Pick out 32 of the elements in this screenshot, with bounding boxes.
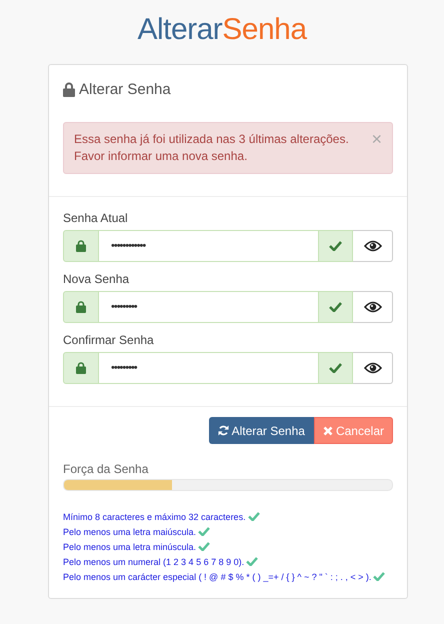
show-password-button[interactable]: [353, 230, 393, 262]
eye-icon: [364, 301, 382, 313]
refresh-icon: [218, 425, 229, 436]
close-icon: [322, 426, 333, 436]
requirement-text: Mínimo 8 caracteres e máximo 32 caracteres.: [63, 512, 246, 522]
logo-text: Senha: [222, 13, 307, 46]
requirement-text: Pelo menos um numeral (1 2 3 4 5 6 7 8 9 0).: [63, 556, 244, 566]
password-field[interactable]: ••••••••••••: [99, 230, 318, 262]
requirement-text: Pelo menos uma letra minúscula.: [63, 542, 196, 552]
check-icon: [329, 302, 342, 312]
password-field[interactable]: •••••••••: [99, 352, 318, 384]
field-label: Senha Atual: [63, 211, 129, 225]
alert-message: Essa senha já foi utilizada nas 3 últimas alterações. Favor informar uma nova senha.: [74, 131, 350, 165]
check-icon: [329, 241, 342, 251]
requirement-text: Pelo menos uma letra maiúscula.: [63, 526, 196, 536]
password-field[interactable]: •••••••••: [99, 291, 318, 323]
field-label: Confirmar Senha: [63, 333, 155, 347]
lock-icon: [76, 240, 86, 252]
panel-title: Alterar Senha: [79, 81, 171, 98]
lock-icon: [63, 82, 75, 97]
show-password-button[interactable]: [353, 291, 393, 323]
lock-icon: [76, 301, 86, 313]
eye-icon: [364, 362, 382, 374]
check-icon: [329, 363, 342, 373]
field-label: Nova Senha: [63, 272, 130, 286]
logo-text: Alterar: [137, 13, 222, 46]
eye-icon: [364, 240, 382, 252]
lock-icon: [76, 362, 86, 374]
action-button[interactable]: Alterar Senha: [208, 417, 314, 444]
strength-label: Força da Senha: [63, 462, 150, 476]
show-password-button[interactable]: [353, 352, 393, 384]
requirement-text: Pelo menos um carácter especial ( ! @ # $ % * ( ) _=+ / { } ^ ~ ? " ` : ; . , < > ).: [63, 572, 372, 582]
